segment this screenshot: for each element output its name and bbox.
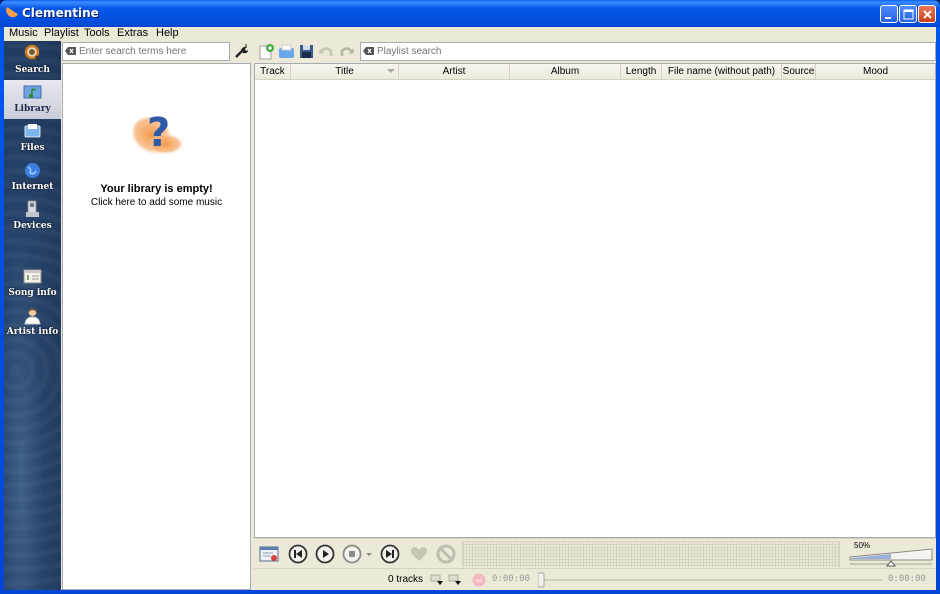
sidebar: Search Library Files Internet Devices So… [4,41,61,590]
sidebar-tab-search[interactable]: Search [4,41,61,80]
library-search-box[interactable] [62,42,230,61]
repeat-mode-icon[interactable] [448,573,464,587]
artist-info-icon [24,308,41,325]
redo-icon[interactable] [338,43,355,60]
column-header-album[interactable]: Album [510,64,621,80]
next-track-icon[interactable] [380,544,400,564]
maximize-icon [903,9,914,20]
sidebar-tab-label: Search [15,65,50,75]
playlist-search-input[interactable] [377,44,927,59]
menu-extras[interactable]: Extras [117,27,148,39]
menu-help[interactable]: Help [156,27,179,39]
library-config-icon[interactable] [234,43,250,59]
undo-icon[interactable] [318,43,335,60]
playlist-search-box[interactable] [360,42,936,61]
files-icon [24,124,41,138]
song-info-icon [23,269,42,284]
sidebar-tab-label: Files [20,143,45,153]
sidebar-tab-label: Internet [11,182,54,192]
column-header-filename[interactable]: File name (without path) [662,64,782,80]
devices-icon [26,200,39,217]
sidebar-tab-internet[interactable]: Internet [4,158,61,197]
menu-bar: Music Playlist Tools Extras Help [4,27,936,40]
playlist-area: Track Title Artist Album Length File nam… [254,41,936,590]
spectrum-analyzer[interactable] [462,541,840,567]
client-area: Music Playlist Tools Extras Help Search [4,27,936,590]
column-header-mood[interactable]: Mood [816,64,935,80]
load-playlist-icon[interactable] [278,43,295,60]
sidebar-tab-label: Song info [8,288,57,298]
column-header-track[interactable]: Track [255,64,291,80]
sidebar-tab-song-info[interactable]: Song info [4,264,61,303]
minimize-icon [885,17,891,19]
seek-handle[interactable] [538,572,545,588]
seek-slider[interactable] [538,572,884,588]
svg-text:as: as [476,578,482,584]
menu-music[interactable]: Music [9,27,38,39]
playlist-header: Track Title Artist Album Length File nam… [255,64,935,80]
elapsed-time: 0:00:00 [492,574,530,584]
library-icon [23,85,42,99]
sidebar-tab-files[interactable]: Files [4,119,61,158]
sidebar-tab-artist-info[interactable]: Artist info [4,303,61,342]
column-header-title[interactable]: Title [291,64,399,80]
play-icon[interactable] [315,544,335,564]
library-pane: ? Your library is empty! Click here to a… [62,41,251,590]
volume-control[interactable]: 50% [848,541,936,567]
playlist-table[interactable]: Track Title Artist Album Length File nam… [254,63,936,538]
playlist-toggle-icon[interactable] [259,544,279,564]
ban-icon[interactable] [436,544,456,564]
stop-after-dropdown-icon[interactable] [364,544,374,564]
save-playlist-icon[interactable] [298,43,315,60]
clear-search-icon[interactable] [363,46,374,56]
shuffle-mode-icon[interactable] [430,573,446,587]
library-search-input[interactable] [79,44,227,59]
playlist-toolbar [254,41,936,62]
clear-search-icon[interactable] [65,46,76,56]
status-bar: 0 tracks as 0:00:00 0:00:00 [254,568,936,590]
title-bar[interactable]: Clementine [0,0,940,27]
sidebar-tab-devices[interactable]: Devices [4,197,61,236]
clementine-logo-icon [6,7,18,18]
close-button[interactable] [918,5,936,23]
search-icon [24,44,41,62]
maximize-button[interactable] [899,5,917,23]
library-empty-view[interactable]: ? Your library is empty! Click here to a… [62,63,251,590]
column-header-length[interactable]: Length [621,64,662,80]
add-music-link[interactable]: Click here to add some music [63,197,250,208]
svg-text:?: ? [147,110,170,156]
minimize-button[interactable] [880,5,898,23]
new-playlist-icon[interactable] [258,43,275,60]
love-icon[interactable] [409,544,429,564]
column-header-source[interactable]: Source [782,64,816,80]
volume-slider[interactable] [848,545,936,567]
player-controls: 50% [254,538,936,568]
total-time: 0:00:00 [888,574,926,584]
sidebar-tab-label: Artist info [6,327,59,337]
lastfm-scrobble-icon[interactable]: as [472,573,486,587]
close-icon [923,10,932,19]
library-empty-title: Your library is empty! [100,183,213,195]
sidebar-tab-label: Devices [13,221,52,231]
menu-playlist[interactable]: Playlist [44,27,79,39]
menu-tools[interactable]: Tools [84,27,110,39]
stop-icon[interactable] [342,544,362,564]
track-count: 0 tracks [388,574,424,585]
window-title: Clementine [22,6,99,20]
sidebar-tab-library[interactable]: Library [4,80,61,119]
internet-icon [25,163,40,178]
app-window: Clementine Music Playlist Tools Extras H… [0,0,940,594]
previous-track-icon[interactable] [288,544,308,564]
column-header-artist[interactable]: Artist [399,64,510,80]
sidebar-tab-label: Library [14,104,51,114]
question-mark-icon: ? [132,110,185,156]
sort-descending-icon [387,69,395,73]
column-header-label: Title [335,66,354,77]
